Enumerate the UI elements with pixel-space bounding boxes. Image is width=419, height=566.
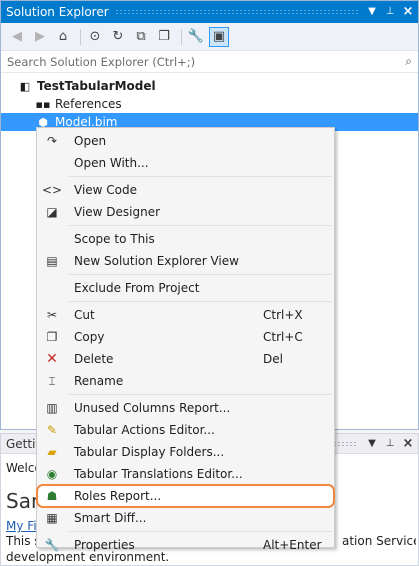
menu-item-properties[interactable]: 🔧 Properties Alt+Enter [37, 534, 334, 556]
context-menu: ↷ Open Open With... <> View Code ◪ View … [36, 127, 335, 552]
code-brackets-icon: <> [41, 183, 63, 197]
tree-item-label: TestTabularModel [37, 79, 156, 93]
properties-wrench-icon[interactable]: 🔧 [186, 27, 206, 47]
menu-item-view-code[interactable]: <> View Code [37, 179, 334, 201]
menu-item-smart-diff[interactable]: ▦ Smart Diff... [37, 507, 334, 529]
forward-icon[interactable]: ▶ [30, 27, 50, 47]
translations-icon: ◉ [46, 467, 58, 481]
new-view-icon: ▤ [46, 254, 58, 268]
close-icon[interactable]: × [400, 4, 416, 20]
shortcut-text: Ctrl+C [263, 330, 303, 344]
collapse-all-icon[interactable]: ⧉ [131, 27, 151, 47]
toolbar-divider [80, 28, 81, 45]
menu-item-view-designer[interactable]: ◪ View Designer [37, 201, 334, 223]
copy-icon: ❐ [46, 330, 58, 344]
home-icon[interactable]: ⌂ [53, 27, 73, 47]
menu-item-tabular-translations-editor[interactable]: ◉ Tabular Translations Editor... [37, 463, 334, 485]
menu-separator [69, 225, 332, 226]
dropdown-arrow-icon[interactable]: ▼ [364, 436, 380, 452]
menu-item-unused-columns-report[interactable]: ▥ Unused Columns Report... [37, 397, 334, 419]
sync-icon[interactable]: ↻ [108, 27, 128, 47]
menu-item-tabular-actions-editor[interactable]: ✎ Tabular Actions Editor... [37, 419, 334, 441]
project-icon: ◧ [19, 79, 31, 93]
menu-separator [69, 394, 332, 395]
rename-icon: ⌶ [48, 373, 56, 388]
folders-icon: ▰ [47, 445, 57, 459]
references-icon: ▪▪ [35, 97, 51, 111]
pin-icon[interactable]: ⊥ [382, 4, 398, 20]
delete-x-icon: ✕ [46, 351, 58, 367]
menu-separator [69, 531, 332, 532]
shortcut-text: Alt+Enter [263, 538, 322, 552]
search-box[interactable]: ⌕ [1, 51, 418, 73]
menu-item-delete[interactable]: ✕ Delete Del [37, 348, 334, 370]
preview-icon[interactable]: ▣ [209, 26, 229, 47]
scissors-icon: ✂ [46, 308, 58, 322]
search-dropdown-icon[interactable]: ⌕ [405, 54, 412, 69]
solution-explorer-toolbar: ◀ ▶ ⌂ ⊙ ↻ ⧉ ❐ 🔧 ▣ [1, 23, 418, 51]
panel-title: Getti [6, 436, 36, 451]
pin-icon[interactable]: ⊥ [382, 436, 398, 452]
pending-changes-icon[interactable]: ⊙ [85, 27, 105, 47]
menu-item-open-with[interactable]: Open With... [37, 152, 334, 174]
redo-arrow-icon: ↷ [46, 134, 58, 148]
menu-item-tabular-display-folders[interactable]: ▰ Tabular Display Folders... [37, 441, 334, 463]
back-icon[interactable]: ◀ [7, 27, 27, 47]
menu-item-cut[interactable]: ✂ Cut Ctrl+X [37, 304, 334, 326]
menu-item-scope-to-this[interactable]: Scope to This [37, 228, 334, 250]
menu-item-exclude-from-project[interactable]: Exclude From Project [37, 277, 334, 299]
menu-separator [69, 301, 332, 302]
solution-tree: ◧ TestTabularModel ▪▪ References ⬢ Model… [1, 77, 418, 131]
menu-item-new-solution-explorer-view[interactable]: ▤ New Solution Explorer View [37, 250, 334, 272]
tree-item-project[interactable]: ◧ TestTabularModel [1, 77, 418, 95]
wrench-icon: 🔧 [44, 538, 60, 552]
menu-separator [69, 274, 332, 275]
tree-item-label: References [55, 97, 122, 111]
menu-separator [69, 176, 332, 177]
roles-icon: ☗ [46, 489, 58, 503]
actions-editor-icon: ✎ [46, 423, 58, 437]
dropdown-arrow-icon[interactable]: ▼ [364, 4, 380, 20]
show-all-files-icon[interactable]: ❐ [154, 27, 174, 47]
close-icon[interactable]: × [400, 436, 416, 452]
shortcut-text: Del [263, 352, 283, 366]
menu-item-roles-report[interactable]: ☗ Roles Report... [36, 484, 335, 508]
menu-item-rename[interactable]: ⌶ Rename [37, 370, 334, 392]
description-right: ation Services [342, 534, 416, 548]
tree-item-references[interactable]: ▪▪ References [1, 95, 418, 113]
search-input[interactable] [7, 54, 406, 69]
menu-item-copy[interactable]: ❐ Copy Ctrl+C [37, 326, 334, 348]
solution-explorer-titlebar[interactable]: Solution Explorer ▼ ⊥ × [1, 1, 418, 23]
diff-icon: ▦ [46, 511, 58, 525]
menu-item-open[interactable]: ↷ Open [37, 130, 334, 152]
panel-title: Solution Explorer [6, 5, 109, 19]
drag-grip[interactable] [114, 9, 358, 15]
toolbar-divider [181, 28, 182, 45]
designer-icon: ◪ [46, 205, 58, 219]
shortcut-text: Ctrl+X [263, 308, 303, 322]
report-icon: ▥ [46, 401, 58, 415]
